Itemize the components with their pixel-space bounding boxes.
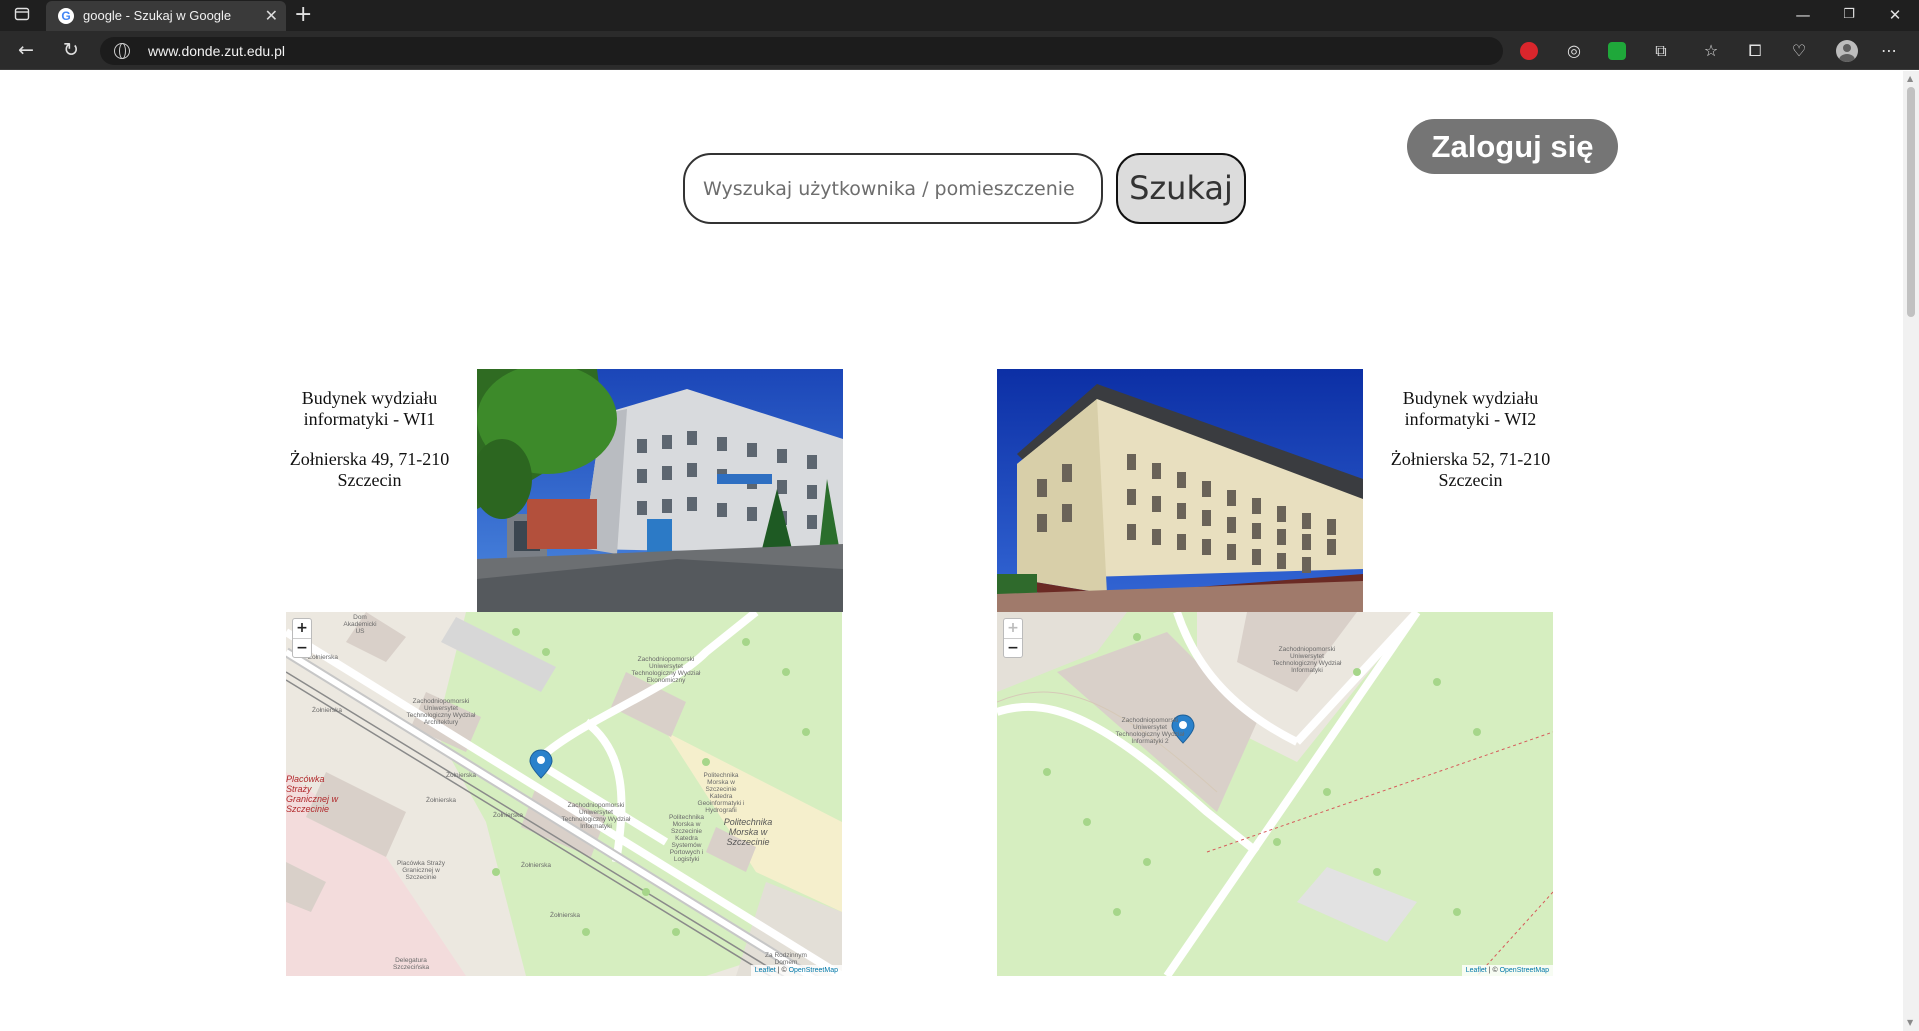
back-arrow-icon[interactable]: ← bbox=[15, 39, 37, 61]
scrollbar-thumb[interactable] bbox=[1907, 87, 1915, 317]
map-label: Żołnierska bbox=[521, 862, 551, 869]
search-input[interactable] bbox=[683, 153, 1103, 224]
map-label: Politechnika Morska w Szczecinie bbox=[723, 817, 773, 847]
building-name: Budynek wydziału informatyki - WI1 bbox=[301, 388, 438, 429]
close-window-icon[interactable]: ✕ bbox=[1880, 4, 1910, 26]
map-attribution: Leaflet | © OpenStreetMap bbox=[750, 965, 842, 976]
login-button[interactable]: Zaloguj się bbox=[1407, 119, 1618, 174]
leaflet-link[interactable]: Leaflet bbox=[755, 967, 776, 974]
map-label: Żołnierska bbox=[446, 772, 476, 779]
location-map-wi2[interactable]: Zachodniopomorski Uniwersytet Technologi… bbox=[997, 612, 1553, 976]
extension-gray-icon[interactable]: ◎ bbox=[1563, 40, 1585, 62]
tab-close-icon[interactable]: ✕ bbox=[265, 7, 278, 25]
extensions-puzzle-icon[interactable]: ⧉ bbox=[1650, 40, 1672, 62]
map-label: Placówka Straży Granicznej w Szczecinie bbox=[396, 860, 446, 881]
map-label: Zachodniopomorski Uniwersytet Technologi… bbox=[561, 802, 631, 830]
building-info-wi2: Budynek wydziału informatyki - WI2 Żołni… bbox=[1378, 388, 1563, 491]
map-label: Żołnierska bbox=[550, 912, 580, 919]
map-label: Zachodniopomorski Uniwersytet Technologi… bbox=[1115, 717, 1185, 745]
building-info-wi1: Budynek wydziału informatyki - WI1 Żołni… bbox=[277, 388, 462, 491]
new-tab-button[interactable]: + bbox=[294, 4, 312, 26]
map-label: Dom Akademicki US bbox=[343, 614, 377, 635]
map-zoom-control: + − bbox=[292, 618, 312, 658]
zoom-out-button[interactable]: − bbox=[293, 638, 311, 657]
map-label: Politechnika Morska w Szczecinie Katedra… bbox=[668, 814, 705, 863]
map-label: Zachodniopomorski Uniwersytet Technologi… bbox=[1272, 646, 1342, 674]
map-label: Zachodniopomorski Uniwersytet Technologi… bbox=[406, 698, 476, 726]
building-address: Żołnierska 52, 71-210 Szczecin bbox=[1390, 449, 1551, 490]
google-favicon-icon bbox=[58, 8, 74, 24]
tab-actions-icon[interactable] bbox=[12, 6, 32, 26]
map-label: Żołnierska bbox=[312, 707, 342, 714]
adblock-extension-icon[interactable] bbox=[1520, 42, 1538, 60]
zoom-out-button[interactable]: − bbox=[1004, 638, 1022, 657]
site-info-globe-icon[interactable] bbox=[114, 43, 130, 59]
scroll-down-arrow-icon[interactable]: ▼ bbox=[1907, 1019, 1913, 1027]
openstreetmap-link[interactable]: OpenStreetMap bbox=[1500, 967, 1549, 974]
map-label: Za Rodzinnym Domem bbox=[765, 952, 807, 966]
map-label: Zachodniopomorski Uniwersytet Technologi… bbox=[631, 656, 701, 684]
favorites-star-icon[interactable]: ☆ bbox=[1700, 40, 1722, 62]
browser-toolbar: ← ↻ www.donde.zut.edu.pl ◎ ⧉ ☆ ⧠ ♡ ⋯ bbox=[0, 31, 1919, 70]
search-button[interactable]: Szukaj bbox=[1116, 153, 1246, 224]
browser-tab-bar: google - Szukaj w Google ✕ + — ❐ ✕ bbox=[0, 0, 1919, 31]
browser-tab-active[interactable]: google - Szukaj w Google ✕ bbox=[46, 1, 286, 31]
map-label: Delegatura Szczecińska bbox=[392, 957, 430, 971]
map-label: Politechnika Morska w Szczecinie Katedra… bbox=[697, 772, 745, 814]
zoom-in-button[interactable]: + bbox=[293, 619, 311, 638]
building-photo-wi1 bbox=[477, 369, 843, 612]
building-name: Budynek wydziału informatyki - WI2 bbox=[1402, 388, 1539, 429]
map-attribution: Leaflet | © OpenStreetMap bbox=[1461, 965, 1553, 976]
page-viewport: Szukaj Zaloguj się Budynek wydziału info… bbox=[0, 71, 1903, 1031]
attribution-separator: | © bbox=[775, 967, 789, 974]
page-scrollbar[interactable]: ▲ ▼ bbox=[1903, 71, 1919, 1031]
zoom-in-button[interactable]: + bbox=[1004, 619, 1022, 638]
building-photo-wi2 bbox=[997, 369, 1363, 612]
scroll-up-arrow-icon[interactable]: ▲ bbox=[1907, 75, 1913, 83]
map-label: Żołnierska bbox=[308, 654, 338, 661]
map-label: Żołnierska bbox=[426, 797, 456, 804]
location-map-wi1[interactable]: Dom Akademicki US Żołnierska Żołnierska … bbox=[286, 612, 842, 976]
address-url: www.donde.zut.edu.pl bbox=[148, 43, 285, 59]
openstreetmap-link[interactable]: OpenStreetMap bbox=[789, 967, 838, 974]
building-address: Żołnierska 49, 71-210 Szczecin bbox=[289, 449, 450, 490]
restore-window-icon[interactable]: ❐ bbox=[1834, 4, 1864, 26]
address-bar[interactable]: www.donde.zut.edu.pl bbox=[100, 37, 1503, 65]
tab-title: google - Szukaj w Google bbox=[83, 8, 232, 23]
map-label: Żołnierska bbox=[493, 812, 523, 819]
attribution-separator: | © bbox=[1486, 967, 1500, 974]
reload-icon[interactable]: ↻ bbox=[60, 39, 82, 61]
map-label: Placówka Straży Granicznej w Szczecinie bbox=[286, 774, 339, 814]
profile-avatar-icon[interactable] bbox=[1836, 40, 1858, 62]
leaflet-link[interactable]: Leaflet bbox=[1466, 967, 1487, 974]
collections-icon[interactable]: ⧠ bbox=[1744, 40, 1766, 62]
browser-essentials-heart-icon[interactable]: ♡ bbox=[1788, 40, 1810, 62]
minimize-window-icon[interactable]: — bbox=[1788, 4, 1818, 26]
map-zoom-control: + − bbox=[1003, 618, 1023, 658]
settings-menu-icon[interactable]: ⋯ bbox=[1878, 40, 1900, 62]
checkmark-extension-icon[interactable] bbox=[1608, 42, 1626, 60]
